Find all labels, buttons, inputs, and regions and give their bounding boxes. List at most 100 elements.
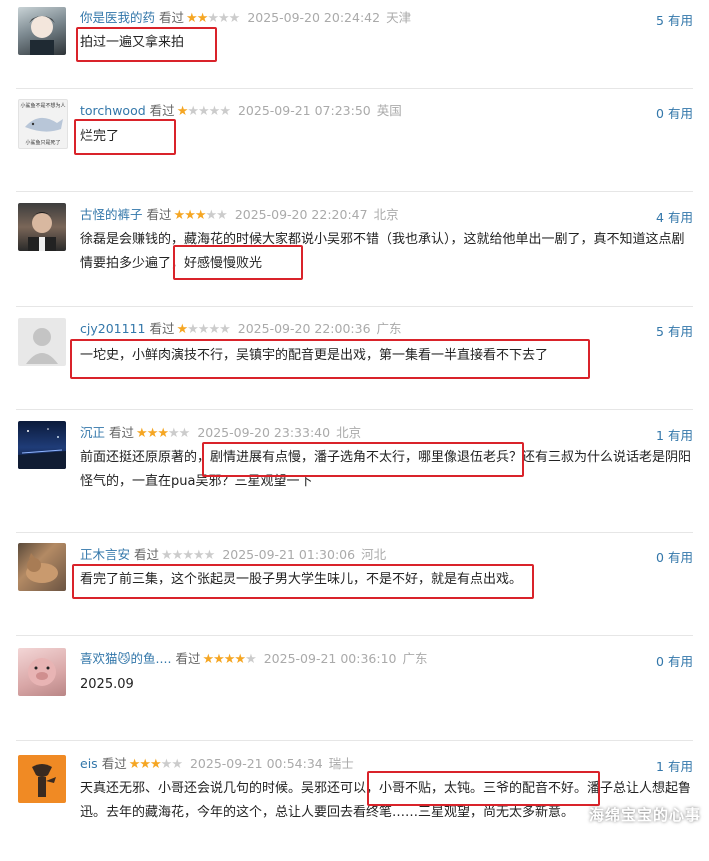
useful-count: 1: [656, 428, 664, 443]
star-filled-icon: ★: [139, 757, 151, 772]
useful-button[interactable]: 0 有用: [656, 651, 693, 670]
star-filled-icon: ★: [128, 757, 141, 772]
username-link[interactable]: 你是医我的药: [80, 10, 155, 25]
star-empty-icon: ★: [219, 104, 231, 119]
review-content: 烂完了: [80, 129, 120, 144]
useful-label: 有用: [667, 106, 693, 121]
watermark-text: 海绵宝宝的心事: [588, 806, 701, 824]
rating-stars: ★★★★★: [161, 548, 215, 563]
review-content: 前面还挺还原原著的，剧情进展有点慢，潘子选角不太行，哪里像退伍老兵？还有三叔为什…: [80, 450, 692, 489]
review-content: 一坨史，小鲜肉演技不行，吴镇宇的配音更是出戏，第一集看一半直接看不下去了: [80, 348, 549, 363]
star-filled-icon: ★: [176, 322, 188, 337]
review-content: 看完了前三集，这个张起灵一股子男大学生味儿，不是不好，就是有点出戏。: [80, 572, 523, 587]
person-photo-icon: [28, 212, 56, 251]
avatar[interactable]: [18, 7, 66, 55]
review-time: 2025-09-21 00:36:10: [263, 651, 397, 666]
avatar[interactable]: [18, 203, 66, 251]
review-item: eis 看过 ★★★★★ 2025-09-21 00:54:34 瑞士 1 有用 天真…: [16, 741, 693, 841]
star-filled-icon: ★: [186, 11, 198, 26]
rating-stars: ★★★★★: [176, 322, 230, 337]
rating-stars: ★★★★★: [186, 11, 241, 26]
star-empty-icon: ★: [160, 757, 173, 772]
watch-status: 看过: [175, 651, 201, 666]
shark-icon: [25, 117, 63, 132]
useful-count: 0: [656, 106, 664, 121]
useful-count: 0: [656, 550, 664, 565]
star-filled-icon: ★: [213, 652, 225, 667]
star-empty-icon: ★: [171, 548, 184, 563]
star-empty-icon: ★: [187, 104, 199, 119]
username-link[interactable]: eis: [80, 756, 98, 771]
review-meta: 古怪的裤子 看过 ★★★★★ 2025-09-20 22:20:47 北京: [80, 207, 399, 224]
star-empty-icon: ★: [205, 208, 218, 223]
review-location: 天津: [386, 10, 412, 25]
useful-count: 0: [656, 654, 664, 669]
review-time: 2025-09-21 01:30:06: [222, 547, 356, 562]
useful-button[interactable]: 4 有用: [656, 207, 693, 226]
username-link[interactable]: torchwood: [80, 103, 146, 118]
review-item: cjy201111 看过 ★★★★★ 2025-09-20 22:00:36 广东 5…: [16, 307, 693, 410]
star-empty-icon: ★: [197, 322, 210, 337]
review-time: 2025-09-21 07:23:50: [237, 103, 371, 118]
anime-boy-avatar-icon: [29, 16, 55, 55]
review-meta: 沉正 看过 ★★★★★ 2025-09-20 23:33:40 北京: [80, 425, 361, 442]
username-link[interactable]: 古怪的裤子: [80, 207, 143, 222]
watch-status: 看过: [149, 321, 175, 336]
review-time: 2025-09-20 22:00:36: [237, 321, 371, 336]
review-content: 徐磊是会赚钱的，藏海花的时候大家都说小吴邪不错（我也承认），这就给他单出一剧了，…: [80, 232, 685, 271]
username-link[interactable]: 正木言安: [80, 547, 130, 562]
star-filled-icon: ★: [184, 208, 196, 223]
review-time: 2025-09-20 22:20:47: [234, 207, 368, 222]
useful-button[interactable]: 5 有用: [656, 321, 693, 340]
dark-figure-icon: [32, 764, 56, 797]
star-empty-icon: ★: [182, 548, 194, 563]
avatar[interactable]: 小鲨鱼不是不想为人 小鲨鱼只是死了: [18, 99, 68, 149]
watch-status: 看过: [101, 756, 127, 771]
avatar-caption: 小鲨鱼不是不想为人: [20, 103, 66, 109]
cat-photo-icon: [26, 553, 58, 583]
star-empty-icon: ★: [178, 426, 191, 441]
star-filled-icon: ★: [223, 652, 236, 667]
useful-label: 有用: [667, 428, 693, 443]
review-location: 瑞士: [328, 756, 354, 771]
star-empty-icon: ★: [207, 11, 219, 26]
useful-button[interactable]: 5 有用: [656, 10, 693, 29]
useful-count: 5: [656, 13, 664, 28]
star-filled-icon: ★: [176, 104, 189, 119]
review-location: 英国: [376, 103, 402, 118]
review-meta: 你是医我的药 看过 ★★★★★ 2025-09-20 20:24:42 天津: [80, 10, 411, 27]
star-empty-icon: ★: [198, 104, 210, 119]
watch-status: 看过: [159, 10, 185, 25]
star-empty-icon: ★: [245, 652, 257, 667]
username-link[interactable]: 喜欢猫😼的鱼....: [80, 651, 171, 666]
avatar[interactable]: [18, 648, 66, 696]
useful-label: 有用: [667, 210, 693, 225]
rating-stars: ★★★★★: [136, 426, 191, 441]
useful-button[interactable]: 1 有用: [656, 756, 693, 775]
useful-label: 有用: [667, 654, 693, 669]
star-filled-icon: ★: [196, 11, 209, 26]
avatar[interactable]: [18, 421, 66, 469]
useful-button[interactable]: 1 有用: [656, 425, 693, 444]
rating-stars: ★★★★★: [128, 757, 183, 772]
useful-label: 有用: [667, 324, 693, 339]
avatar[interactable]: [18, 318, 66, 366]
useful-button[interactable]: 0 有用: [656, 547, 693, 566]
star-empty-icon: ★: [228, 11, 241, 26]
default-user-icon: [26, 328, 58, 364]
review-time: 2025-09-21 00:54:34: [189, 756, 323, 771]
username-link[interactable]: 沉正: [80, 425, 105, 440]
star-filled-icon: ★: [136, 426, 148, 441]
useful-button[interactable]: 0 有用: [656, 103, 693, 122]
review-time: 2025-09-20 20:24:42: [247, 10, 381, 25]
review-content: 拍过一遍又拿来拍: [80, 35, 185, 50]
night-sky-icon: [18, 428, 66, 469]
star-empty-icon: ★: [171, 757, 183, 772]
star-empty-icon: ★: [218, 11, 230, 26]
review-meta: torchwood 看过 ★★★★★ 2025-09-21 07:23:50 英国: [80, 103, 402, 120]
star-filled-icon: ★: [157, 426, 169, 441]
star-filled-icon: ★: [194, 208, 207, 223]
avatar[interactable]: [18, 755, 66, 803]
username-link[interactable]: cjy201111: [80, 321, 145, 336]
avatar[interactable]: [18, 543, 66, 591]
